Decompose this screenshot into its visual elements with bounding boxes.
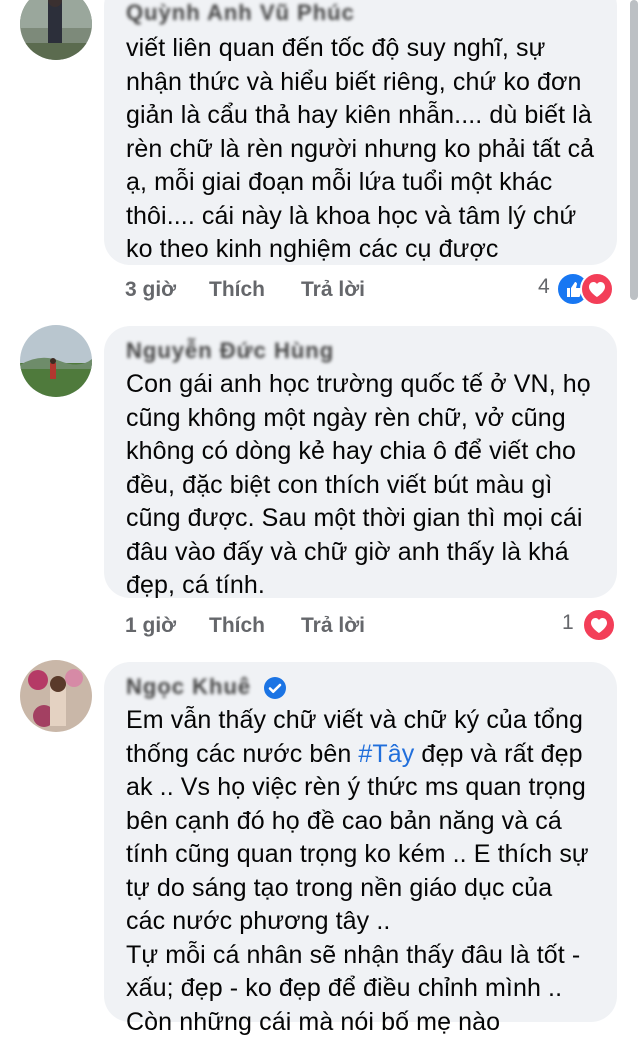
scrollbar[interactable]: [630, 0, 638, 300]
comment-author-name[interactable]: Ngọc Khuê: [126, 674, 251, 700]
comment-line: Em vẫn thấy chữ viết và chữ ký của tổng: [126, 704, 599, 738]
avatar[interactable]: [20, 0, 92, 60]
comment-line: Con gái anh học trường quốc tế ở VN, họ: [126, 368, 599, 402]
reaction-summary[interactable]: 4: [538, 272, 618, 304]
verified-badge-icon: [264, 677, 286, 699]
comment-line: rèn chữ là rèn người nhưng ko phải tất c…: [126, 133, 599, 167]
comment-line: không có dòng kẻ hay chia ô để viết cho: [126, 435, 599, 469]
comment-line: ak .. Vs họ việc rèn ý thức ms quan trọn…: [126, 771, 599, 805]
comment-line: Tự mỗi cá nhân sẽ nhận thấy đâu là tốt -: [126, 939, 599, 973]
reaction-count: 4: [538, 275, 550, 299]
comment-author[interactable]: Quỳnh Anh Vũ Phúc: [126, 0, 355, 26]
avatar[interactable]: [20, 660, 92, 732]
comment-bubble: Quỳnh Anh Vũ Phúc viết liên quan đến tốc…: [104, 0, 617, 265]
comment-line: các nước phương tây ..: [126, 905, 599, 939]
comment-line: bên cạnh đó họ đề cao bản năng và cá: [126, 805, 599, 839]
like-button[interactable]: Thích: [209, 278, 265, 302]
comment-actions: 1 giờ Thích Trả lời: [125, 614, 615, 644]
hashtag-link[interactable]: #Tây: [358, 740, 414, 768]
comment-line: đều, đặc biệt con thích viết bút màu gì: [126, 469, 599, 503]
comment-line: đẹp, cá tính.: [126, 569, 599, 603]
avatar[interactable]: [20, 325, 92, 397]
comment-text: viết liên quan đến tốc độ suy nghĩ, sự n…: [126, 32, 599, 267]
text-segment: đẹp và rất đẹp: [414, 740, 582, 768]
comment-line: thống các nước bên #Tây đẹp và rất đẹp: [126, 738, 599, 772]
comment-bubble: Nguyễn Đức Hùng Con gái anh học trường q…: [104, 326, 617, 598]
comment-line: tự do sáng tạo trong nền giáo dục của: [126, 872, 599, 906]
comment-line: cũng không một ngày rèn chữ, vở cũng: [126, 402, 599, 436]
comment-author[interactable]: Nguyễn Đức Hùng: [126, 338, 334, 364]
comment-line: đâu vào đấy và chữ giờ anh thấy là khá: [126, 536, 599, 570]
comment-line: viết liên quan đến tốc độ suy nghĩ, sự: [126, 32, 599, 66]
comment-line: ko theo kinh nghiệm các cụ được: [126, 233, 599, 267]
love-icon: [582, 608, 616, 642]
comment-line: tính cũng quan trọng ko kém .. E thích s…: [126, 838, 599, 872]
comment-line: xấu; đẹp - ko đẹp để điều chỉnh mình ..: [126, 972, 599, 1006]
reply-button[interactable]: Trả lời: [301, 614, 365, 638]
comment-text: Con gái anh học trường quốc tế ở VN, họ …: [126, 368, 599, 603]
comment-line: nhận thức và hiểu biết riêng, chứ ko đơn: [126, 66, 599, 100]
reply-button[interactable]: Trả lời: [301, 278, 365, 302]
comment-text: Em vẫn thấy chữ viết và chữ ký của tổng …: [126, 704, 599, 1039]
like-button[interactable]: Thích: [209, 614, 265, 638]
comment-bubble: Ngọc Khuê Em vẫn thấy chữ viết và chữ ký…: [104, 662, 617, 1022]
comment-time[interactable]: 1 giờ: [125, 614, 176, 638]
reaction-count: 1: [562, 611, 574, 635]
comment-line: Còn những cái mà nói bố mẹ nào: [126, 1006, 599, 1039]
comment-line: giản là cẩu thả hay kiên nhẫn.... dù biế…: [126, 99, 599, 133]
comment-line: thôi.... cái này là khoa học và tâm lý c…: [126, 200, 599, 234]
comment-time[interactable]: 3 giờ: [125, 278, 176, 302]
reaction-summary[interactable]: 1: [562, 608, 618, 640]
text-segment: thống các nước bên: [126, 740, 358, 768]
comment-line: cũng được. Sau một thời gian thì mọi cái: [126, 502, 599, 536]
comment-line: ạ, mỗi giai đoạn mỗi lứa tuổi một khác: [126, 166, 599, 200]
love-icon: [580, 272, 614, 306]
comment-author[interactable]: Ngọc Khuê: [126, 674, 286, 700]
